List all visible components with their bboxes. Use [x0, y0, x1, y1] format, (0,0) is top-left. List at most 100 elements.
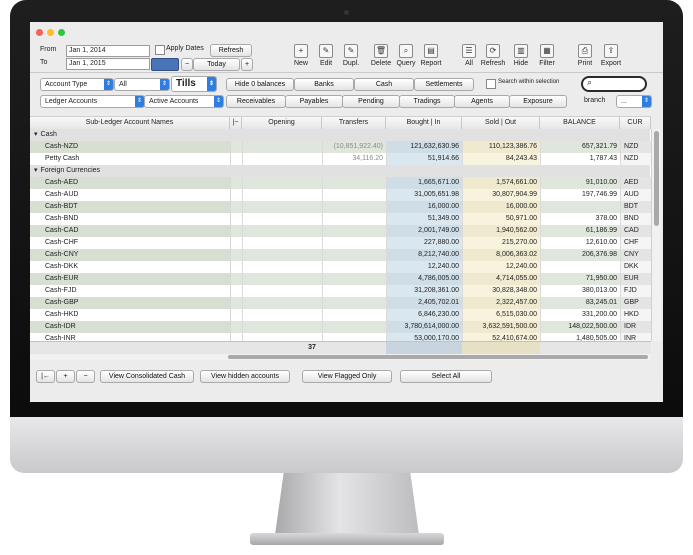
disclosure-triangle-icon[interactable]: ▾	[34, 167, 38, 174]
view-hidden-accountsbutton[interactable]: View hidden accounts	[200, 370, 290, 383]
active-accounts-select[interactable]: Active Accounts ⇕	[144, 95, 224, 108]
balance-cell: 331,200.00	[540, 309, 620, 321]
opening-cell	[242, 177, 322, 189]
filter-tab-receivables[interactable]: Receivables	[226, 95, 286, 108]
column-header[interactable]: CUR	[620, 117, 651, 129]
tool-delete-button[interactable]: 🗑 Delete	[368, 44, 394, 67]
flag-cell[interactable]	[230, 297, 242, 309]
vertical-scroll-thumb[interactable]	[654, 131, 659, 226]
column-header[interactable]: Sub-Ledger Account Names	[30, 117, 230, 129]
column-header[interactable]: Sold | Out	[462, 117, 540, 129]
tool-dupl-button[interactable]: ✎ Dupl.	[338, 44, 364, 67]
apply-dates-checkbox[interactable]	[155, 45, 165, 55]
flag-cell[interactable]	[230, 309, 242, 321]
filter-tab-tradings[interactable]: Tradings	[399, 95, 455, 108]
tool-report-button[interactable]: ▤ Report	[418, 44, 444, 67]
bought-cell: 31,208,361.00	[386, 285, 462, 297]
filter-tab-settlements[interactable]: Settlements	[414, 78, 474, 91]
filter-tab-banks[interactable]: Banks	[294, 78, 354, 91]
ledger-accounts-select[interactable]: Ledger Accounts ⇕	[40, 95, 145, 108]
cur-cell: HKD	[620, 309, 651, 321]
filter-tab-agents[interactable]: Agents	[454, 95, 510, 108]
tool-query-button[interactable]: ⌕ Query	[393, 44, 419, 67]
tool-new-button[interactable]: + New	[288, 44, 314, 67]
search-within-checkbox[interactable]	[486, 79, 496, 89]
disclosure-triangle-icon[interactable]: ▾	[34, 131, 38, 138]
tool-label: All	[465, 60, 473, 67]
flag-cell[interactable]	[230, 273, 242, 285]
balance-cell: 61,186.99	[540, 225, 620, 237]
column-header[interactable]: Transfers	[322, 117, 386, 129]
tool-print-button[interactable]: ⎙ Print	[572, 44, 598, 67]
tills-select[interactable]: Tills ⇕	[171, 76, 217, 92]
bought-cell: 6,846,230.00	[386, 309, 462, 321]
add-record-button[interactable]: +	[56, 370, 75, 383]
refresh-dates-button[interactable]: Refresh	[210, 44, 252, 57]
flag-cell[interactable]	[230, 201, 242, 213]
flag-cell[interactable]	[230, 177, 242, 189]
bought-cell: 1,665,671.00	[386, 177, 462, 189]
filter-tab-hide-0-balances[interactable]: Hide 0 balances	[226, 78, 294, 91]
today-button[interactable]: Today	[193, 58, 240, 71]
flag-cell[interactable]	[230, 261, 242, 273]
horizontal-scroll-thumb[interactable]	[228, 355, 648, 359]
column-header[interactable]: Bought | In	[386, 117, 462, 129]
sold-cell: 52,410,674.00	[462, 333, 540, 341]
duplicate-icon: ✎	[344, 44, 358, 58]
tool-edit-button[interactable]: ✎ Edit	[313, 44, 339, 67]
opening-cell	[242, 189, 322, 201]
flag-cell[interactable]	[230, 285, 242, 297]
flag-cell[interactable]	[230, 237, 242, 249]
next-period-button[interactable]: +	[241, 58, 253, 71]
table-row[interactable]: Cash-INR 53,000,170.00 52,410,674.00 1,480,…	[30, 333, 651, 341]
tool-export-button[interactable]: ⇪ Export	[598, 44, 624, 67]
view-flagged-onlybutton[interactable]: View Flagged Only	[302, 370, 392, 383]
filter-tab-pending[interactable]: Pending	[342, 95, 400, 108]
flag-cell[interactable]	[230, 333, 242, 341]
flag-cell[interactable]	[230, 189, 242, 201]
account-name: Cash-DKK	[30, 261, 230, 273]
tool-hide-button[interactable]: ▥ Hide	[508, 44, 534, 67]
flag-cell[interactable]	[230, 141, 242, 153]
group-header[interactable]: ▾ Cash	[30, 129, 650, 141]
previous-period-button[interactable]: −	[181, 58, 193, 71]
tool-refresh-button[interactable]: ⟳ Refresh	[480, 44, 506, 67]
account-type-select[interactable]: Account Type ⇕	[40, 78, 114, 91]
group-header[interactable]: ▾ Foreign Currencies	[30, 165, 650, 177]
search-icon: ⌕	[587, 77, 593, 87]
to-date-field[interactable]: Jan 1, 2015	[66, 58, 150, 70]
close-window-icon[interactable]	[36, 29, 43, 36]
view-consolidated-cashbutton[interactable]: View Consolidated Cash	[100, 370, 194, 383]
branch-select[interactable]: ... ⇕	[616, 95, 652, 108]
zoom-window-icon[interactable]	[58, 29, 65, 36]
column-header[interactable]: Opening	[242, 117, 322, 129]
flag-cell[interactable]	[230, 225, 242, 237]
column-header[interactable]: BALANCE	[540, 117, 620, 129]
search-input[interactable]: ⌕	[581, 76, 647, 92]
tool-all-button[interactable]: ☰ All	[456, 44, 482, 67]
totals-row: 37	[30, 341, 651, 354]
from-date-field[interactable]: Jan 1, 2014	[66, 45, 150, 57]
flag-cell[interactable]	[230, 153, 242, 165]
ledger-table: ▾ Cash Cash-NZD (10,851,922.40) 121,632,630.…	[30, 129, 651, 341]
sold-cell: 4,714,055.00	[462, 273, 540, 285]
flag-cell[interactable]	[230, 321, 242, 333]
filter-tab-payables[interactable]: Payables	[285, 95, 343, 108]
select-allbutton[interactable]: Select All	[400, 370, 492, 383]
group-name: Foreign Currencies	[40, 167, 101, 174]
horizontal-scrollbar[interactable]	[30, 354, 651, 360]
column-header[interactable]: |~	[230, 117, 242, 129]
cur-cell: CNY	[620, 249, 651, 261]
remove-record-button[interactable]: −	[76, 370, 95, 383]
all-select[interactable]: All ⇕	[114, 78, 170, 91]
first-record-button[interactable]: |←	[36, 370, 55, 383]
flag-cell[interactable]	[230, 213, 242, 225]
tool-filter-button[interactable]: ▦ Filter	[534, 44, 560, 67]
vertical-scrollbar[interactable]	[651, 129, 661, 341]
minimize-window-icon[interactable]	[47, 29, 54, 36]
flag-cell[interactable]	[230, 249, 242, 261]
filter-tab-exposure[interactable]: Exposure	[509, 95, 567, 108]
calendar-icon[interactable]	[151, 58, 179, 71]
transfers-cell	[322, 261, 386, 273]
filter-tab-cash[interactable]: Cash	[354, 78, 414, 91]
